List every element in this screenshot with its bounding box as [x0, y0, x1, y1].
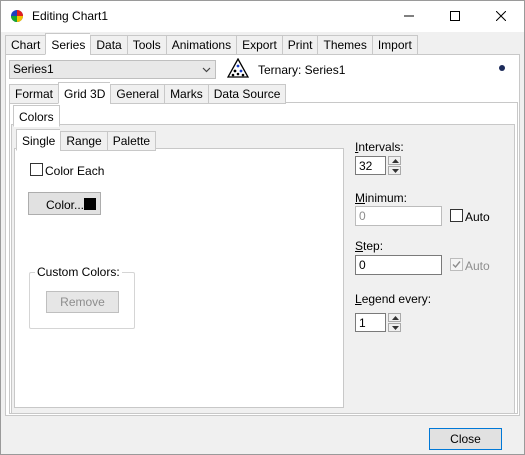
remove-button[interactable]: Remove [46, 291, 119, 313]
color-button[interactable]: Color... [28, 192, 101, 215]
tab-chart[interactable]: Chart [5, 35, 46, 55]
title-bar: Editing Chart1 [1, 1, 524, 32]
series-color-dot[interactable] [499, 65, 505, 71]
tab-print[interactable]: Print [281, 35, 318, 55]
color-each-checkbox[interactable] [30, 163, 43, 176]
intervals-spinner[interactable] [388, 156, 401, 175]
close-icon [496, 11, 506, 21]
spin-down-icon[interactable] [388, 323, 401, 332]
intervals-label-rest: ntervals: [358, 140, 404, 154]
step-input[interactable]: 0 [355, 255, 442, 275]
intervals-input[interactable]: 32 [355, 156, 386, 175]
minimize-icon [404, 15, 414, 17]
subtab-data-source[interactable]: Data Source [207, 84, 287, 104]
tab-export[interactable]: Export [236, 35, 282, 55]
maximize-icon [450, 11, 460, 21]
step-auto-checkbox[interactable] [450, 258, 463, 271]
tab-tools[interactable]: Tools [126, 35, 166, 55]
main-tab-strip: Chart Series Data Tools Animations Export Prin… [5, 33, 418, 55]
spin-up-icon[interactable] [388, 156, 401, 165]
legend-every-spinner[interactable] [388, 313, 401, 332]
modetab-single[interactable]: Single [16, 129, 61, 151]
minimum-label-rest: inimum: [365, 191, 408, 205]
tab-import[interactable]: Import [371, 35, 418, 55]
close-window-button[interactable] [478, 1, 524, 32]
series-select-value: Series1 [13, 62, 54, 76]
series-select[interactable]: Series1 [9, 60, 216, 79]
series-type-label: Ternary: Series1 [258, 63, 346, 77]
close-button[interactable]: Close [429, 428, 502, 450]
color-button-label: Color... [46, 198, 85, 212]
spin-up-icon[interactable] [388, 313, 401, 322]
tab-animations[interactable]: Animations [165, 35, 237, 55]
series-sub-tab-strip: Format Grid 3D General Marks Data Source [9, 82, 287, 104]
colors-tab-strip: Colors [13, 105, 60, 127]
subtab-grid-3d[interactable]: Grid 3D [58, 82, 111, 104]
colortab-colors[interactable]: Colors [13, 105, 60, 127]
custom-colors-legend: Custom Colors: [35, 265, 122, 279]
minimum-input[interactable]: 0 [355, 206, 442, 226]
window-title: Editing Chart1 [32, 9, 109, 23]
step-auto-label: Auto [465, 259, 490, 273]
legend-every-label: Legend every: [355, 292, 432, 306]
step-label-rest: tep: [363, 239, 384, 253]
modetab-palette[interactable]: Palette [106, 131, 157, 151]
minimize-button[interactable] [386, 1, 432, 32]
modetab-range[interactable]: Range [60, 131, 107, 151]
colorwheel-icon [11, 10, 23, 22]
color-each-label: Color Each [45, 164, 105, 178]
spin-down-icon[interactable] [388, 166, 401, 175]
subtab-marks[interactable]: Marks [164, 84, 208, 104]
step-label: Step: [355, 239, 384, 253]
maximize-button[interactable] [432, 1, 478, 32]
intervals-label: Intervals: [355, 140, 404, 154]
ternary-series-icon [227, 58, 249, 78]
color-swatch [84, 198, 96, 210]
color-mode-tab-strip: Single Range Palette [16, 129, 157, 151]
legend-every-input[interactable]: 1 [355, 313, 386, 332]
editor-window: Editing Chart1 Chart Series Data Tools Anima… [0, 0, 525, 455]
subtab-format[interactable]: Format [9, 84, 59, 104]
chevron-down-icon [198, 61, 215, 78]
tab-series[interactable]: Series [45, 33, 91, 55]
subtab-general[interactable]: General [110, 84, 165, 104]
legend-every-label-rest: egend every: [361, 292, 432, 306]
minimum-label: Minimum: [355, 191, 408, 205]
tab-themes[interactable]: Themes [317, 35, 372, 55]
minimum-auto-label: Auto [465, 210, 490, 224]
minimum-auto-checkbox[interactable] [450, 209, 463, 222]
checkmark-icon [452, 261, 461, 269]
tab-data[interactable]: Data [90, 35, 127, 55]
